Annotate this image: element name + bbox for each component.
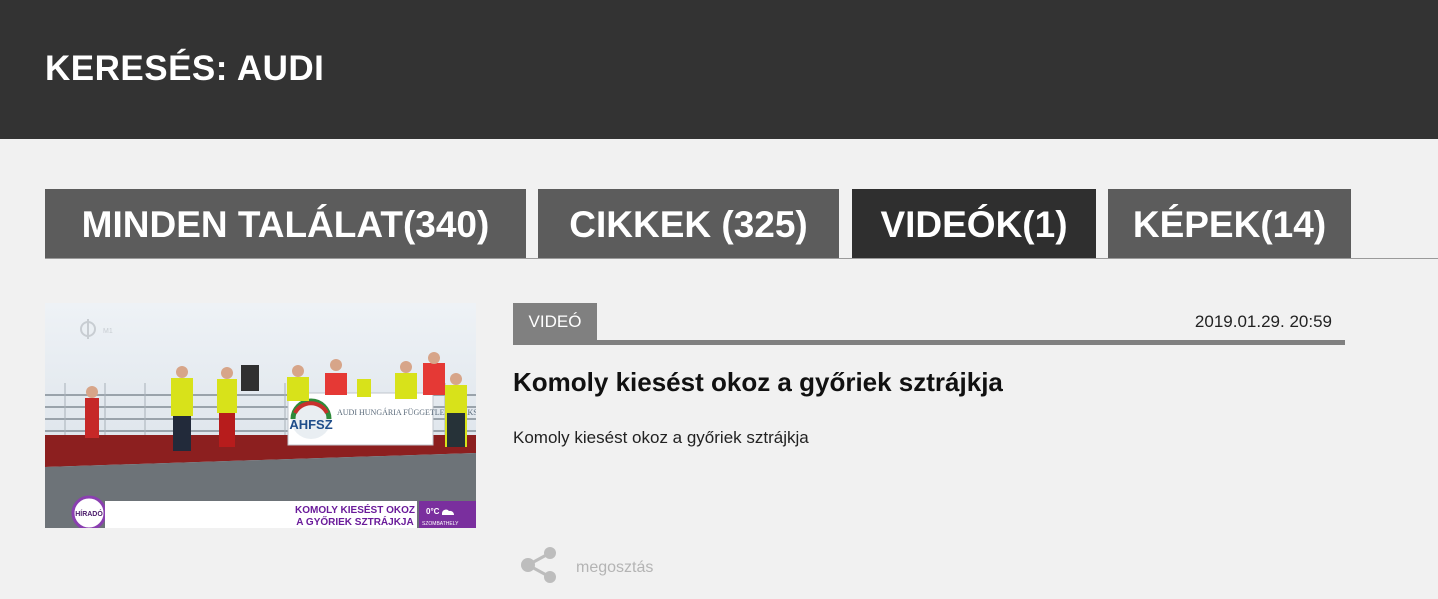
share-icon [521, 547, 556, 583]
search-header: KERESÉS: AUDI [0, 0, 1438, 139]
result-title[interactable]: Komoly kiesést okoz a győriek sztrájkja [513, 367, 1003, 398]
video-thumbnail[interactable]: AHFSZ AUDI HUNGÁRIA FÜGGETLEN SZAKSZERVE… [45, 303, 476, 528]
share-label: megosztás [576, 559, 654, 576]
weather-temp: 0°C [426, 507, 440, 516]
result-tabs: MINDEN TALÁLAT(340) CIKKEK (325) VIDEÓK(… [45, 189, 1438, 259]
weather-city: SZOMBATHELY [422, 521, 459, 527]
share-button[interactable]: megosztás [518, 544, 678, 586]
tab-images[interactable]: KÉPEK(14) [1108, 189, 1351, 258]
tab-videos[interactable]: VIDEÓK(1) [852, 189, 1096, 258]
channel-logo-text: M1 [103, 328, 113, 335]
page-title: KERESÉS: AUDI [45, 49, 325, 88]
tab-all-results[interactable]: MINDEN TALÁLAT(340) [45, 189, 526, 258]
caption-line2: A GYŐRIEK SZTRÁJKJA [296, 515, 413, 528]
result-lead: Komoly kiesést okoz a győriek sztrájkja [513, 428, 809, 447]
tab-articles[interactable]: CIKKEK (325) [538, 189, 839, 258]
category-badge[interactable]: VIDEÓ [513, 303, 597, 340]
caption-line1: KOMOLY KIESÉST OKOZ [295, 503, 415, 516]
video-thumbnail-image: AHFSZ AUDI HUNGÁRIA FÜGGETLEN SZAKSZERVE… [45, 303, 476, 528]
hirado-badge-text: HÍRADÓ [75, 509, 103, 518]
result-meta-bar: VIDEÓ 2019.01.29. 20:59 [513, 303, 1345, 345]
banner-logo-text: AHFSZ [289, 417, 332, 432]
publish-date: 2019.01.29. 20:59 [1194, 312, 1332, 331]
